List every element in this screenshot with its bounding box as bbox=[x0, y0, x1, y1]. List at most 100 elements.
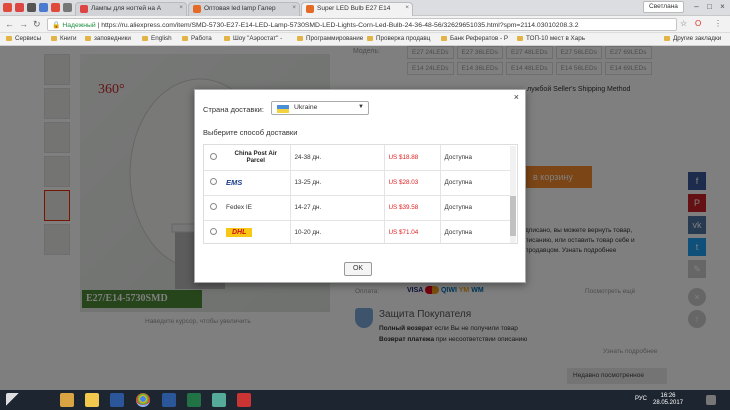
taskbar-app-icon[interactable] bbox=[237, 393, 251, 407]
notification-icon[interactable] bbox=[706, 395, 716, 405]
windows-start-icon[interactable] bbox=[6, 393, 20, 407]
table-scrollbar[interactable] bbox=[510, 146, 516, 243]
dhl-logo: DHL bbox=[226, 228, 253, 237]
shipping-radio[interactable] bbox=[209, 203, 217, 210]
radio-cell bbox=[204, 220, 222, 243]
tab-favicon-icon bbox=[193, 5, 201, 13]
bookmark-item[interactable]: Другие закладки bbox=[664, 35, 721, 42]
menu-icon[interactable]: ⋮ bbox=[714, 19, 722, 28]
close-tab-icon[interactable]: × bbox=[405, 4, 409, 11]
availability: Доступна bbox=[440, 220, 511, 243]
shipping-row[interactable]: DHL 10-20 дн. US $71.04 Доступна bbox=[204, 220, 511, 243]
profile-button[interactable]: Светлана bbox=[643, 1, 684, 13]
radio-cell bbox=[204, 195, 222, 221]
bookmark-item[interactable]: English bbox=[142, 35, 172, 42]
tab-favicon-icon bbox=[80, 5, 88, 13]
bookmark-item[interactable]: Книги bbox=[51, 35, 76, 42]
bookmark-item[interactable]: ТОП-10 мест в Харь bbox=[517, 35, 585, 42]
shipping-row[interactable]: EMS 13-25 дн. US $28.03 Доступна bbox=[204, 170, 511, 196]
carrier-cell: DHL bbox=[222, 220, 291, 243]
window-controls: – □ × bbox=[690, 0, 729, 15]
bookmark-item[interactable]: заповедники bbox=[85, 35, 131, 42]
scrollbar-thumb[interactable] bbox=[510, 196, 516, 236]
security-label: Надежный bbox=[62, 22, 96, 29]
carrier-cell: EMS bbox=[222, 170, 291, 196]
browser-tab[interactable]: Лампы для ногтей на А × bbox=[75, 2, 187, 16]
close-tab-icon[interactable]: × bbox=[292, 4, 296, 11]
close-tab-icon[interactable]: × bbox=[179, 4, 183, 11]
chevron-down-icon: ▼ bbox=[358, 104, 364, 110]
shipping-price: US $71.04 bbox=[384, 220, 441, 243]
url-input[interactable]: 🔒 Надежный | https://ru.aliexpress.com/i… bbox=[47, 18, 677, 31]
taskbar-app-icon[interactable] bbox=[85, 393, 99, 407]
tab-label: Super LED Bulb E27 E14 bbox=[317, 5, 391, 12]
shipping-dialog: × Страна доставки: Ukraine ▼ Выберите сп… bbox=[194, 89, 526, 283]
delivery-days: 13-25 дн. bbox=[290, 170, 385, 196]
ok-button[interactable]: OK bbox=[344, 262, 372, 276]
taskbar-app-icon[interactable] bbox=[60, 393, 74, 407]
pinned-tab-icon[interactable] bbox=[27, 3, 36, 12]
shipping-radio[interactable] bbox=[209, 178, 217, 185]
back-icon[interactable]: ← bbox=[5, 19, 14, 29]
clock-time: 16:26 bbox=[660, 393, 676, 399]
method-label: Выберите способ доставки bbox=[203, 128, 298, 137]
bookmarks-bar: Сервисы Книги заповедники English Работа… bbox=[0, 33, 730, 46]
taskbar-app-icon[interactable] bbox=[212, 393, 226, 407]
close-icon[interactable]: × bbox=[514, 92, 519, 102]
china-post-logo: China Post Air Parcel bbox=[234, 150, 277, 165]
forward-icon[interactable]: → bbox=[19, 19, 28, 29]
clock[interactable]: 16:26 28.05.2017 bbox=[653, 393, 683, 407]
browser-tab-active[interactable]: Super LED Bulb E27 E14 × bbox=[301, 2, 413, 16]
pinned-tab-icon[interactable] bbox=[51, 3, 60, 12]
shipping-price: US $18.88 bbox=[384, 145, 441, 171]
browser-tab[interactable]: Оптовая led lamp Галер × bbox=[188, 2, 300, 16]
language-indicator[interactable]: РУС bbox=[635, 396, 647, 402]
taskbar-app-icon[interactable] bbox=[187, 393, 201, 407]
bookmark-item[interactable]: Сервисы bbox=[6, 35, 41, 42]
availability: Доступна bbox=[440, 195, 511, 221]
shipping-row[interactable]: Fedex IE 14-27 дн. US $39.58 Доступна bbox=[204, 195, 511, 221]
bookmark-item[interactable]: Шоу "Аэростат" - bbox=[224, 35, 282, 42]
country-value: Ukraine bbox=[294, 104, 318, 111]
bookmark-item[interactable]: Проверка продавц bbox=[367, 35, 430, 42]
delivery-days: 24-38 дн. bbox=[290, 145, 385, 171]
clock-date: 28.05.2017 bbox=[653, 400, 684, 406]
close-window-icon[interactable]: × bbox=[716, 0, 729, 14]
opera-icon[interactable]: O bbox=[695, 19, 701, 28]
flag-icon bbox=[277, 105, 289, 113]
bookmark-item[interactable]: Программирование bbox=[297, 35, 363, 42]
maximize-icon[interactable]: □ bbox=[703, 0, 716, 14]
shipping-radio[interactable] bbox=[209, 152, 217, 160]
delivery-days: 10-20 дн. bbox=[290, 220, 385, 243]
pinned-tab-icon[interactable] bbox=[3, 3, 12, 12]
chrome-icon[interactable] bbox=[136, 393, 150, 407]
star-icon[interactable]: ☆ bbox=[680, 19, 687, 28]
shipping-radio[interactable] bbox=[209, 228, 217, 235]
bookmark-item[interactable]: Работа bbox=[182, 35, 212, 42]
country-select[interactable]: Ukraine ▼ bbox=[271, 101, 369, 115]
taskbar: РУС 16:26 28.05.2017 bbox=[0, 390, 730, 410]
reload-icon[interactable]: ↻ bbox=[33, 19, 41, 30]
shipping-price: US $39.58 bbox=[384, 195, 441, 221]
taskbar-app-icon[interactable] bbox=[162, 393, 176, 407]
taskbar-app-icon[interactable] bbox=[110, 393, 124, 407]
pinned-tab-icon[interactable] bbox=[63, 3, 72, 12]
ems-logo: EMS bbox=[226, 178, 243, 187]
bookmark-item[interactable]: Банк Рефератов - Р bbox=[441, 35, 508, 42]
radio-cell bbox=[204, 170, 222, 196]
fedex-logo: Fedex IE bbox=[226, 204, 253, 211]
pinned-tab-icon[interactable] bbox=[15, 3, 24, 12]
carrier-cell: China Post Air Parcel bbox=[222, 145, 291, 171]
radio-cell bbox=[204, 145, 222, 171]
pinned-tab-icon[interactable] bbox=[39, 3, 48, 12]
minimize-icon[interactable]: – bbox=[690, 0, 703, 14]
tab-favicon-icon bbox=[306, 5, 314, 13]
url-text: https://ru.aliexpress.com/item/SMD-5730-… bbox=[101, 22, 579, 29]
lock-icon: 🔒 bbox=[52, 22, 61, 29]
tab-label: Лампы для ногтей на А bbox=[91, 5, 162, 12]
shipping-table: China Post Air Parcel 24-38 дн. US $18.8… bbox=[203, 144, 518, 244]
address-bar-row: ← → ↻ 🔒 Надежный | https://ru.aliexpress… bbox=[0, 16, 730, 33]
delivery-days: 14-27 дн. bbox=[290, 195, 385, 221]
carrier-cell: Fedex IE bbox=[222, 195, 291, 221]
shipping-row[interactable]: China Post Air Parcel 24-38 дн. US $18.8… bbox=[204, 145, 511, 171]
